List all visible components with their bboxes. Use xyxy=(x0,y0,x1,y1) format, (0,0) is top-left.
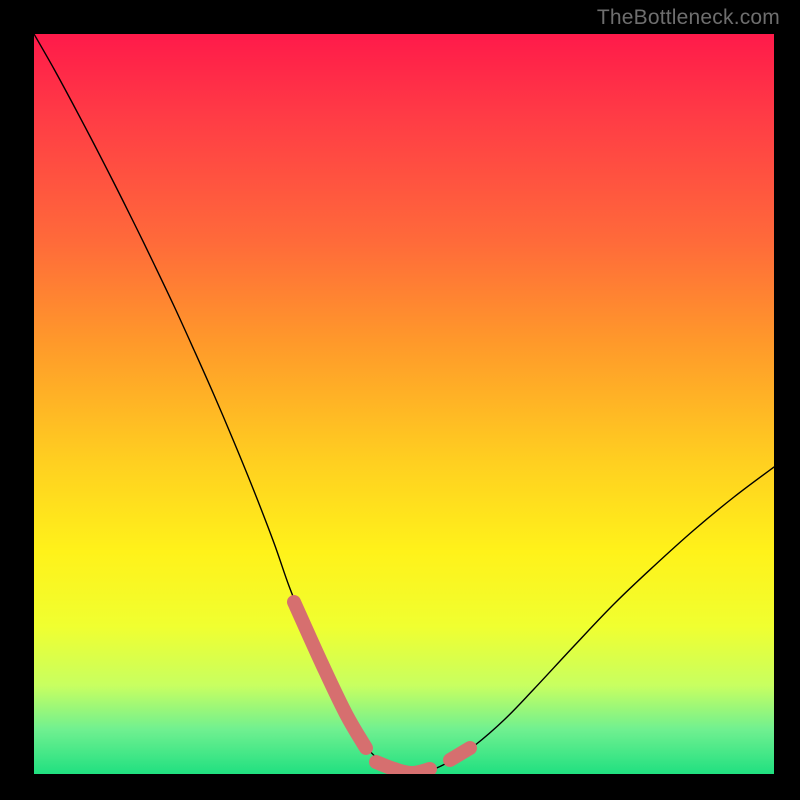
watermark-text: TheBottleneck.com xyxy=(597,6,780,30)
marker-right xyxy=(450,748,470,760)
marker-bottom xyxy=(376,762,430,773)
chart-svg xyxy=(34,34,774,774)
marker-left xyxy=(294,602,366,748)
plot-area xyxy=(34,34,774,774)
outer-frame: TheBottleneck.com xyxy=(0,0,800,800)
bottleneck-curve xyxy=(34,34,774,773)
